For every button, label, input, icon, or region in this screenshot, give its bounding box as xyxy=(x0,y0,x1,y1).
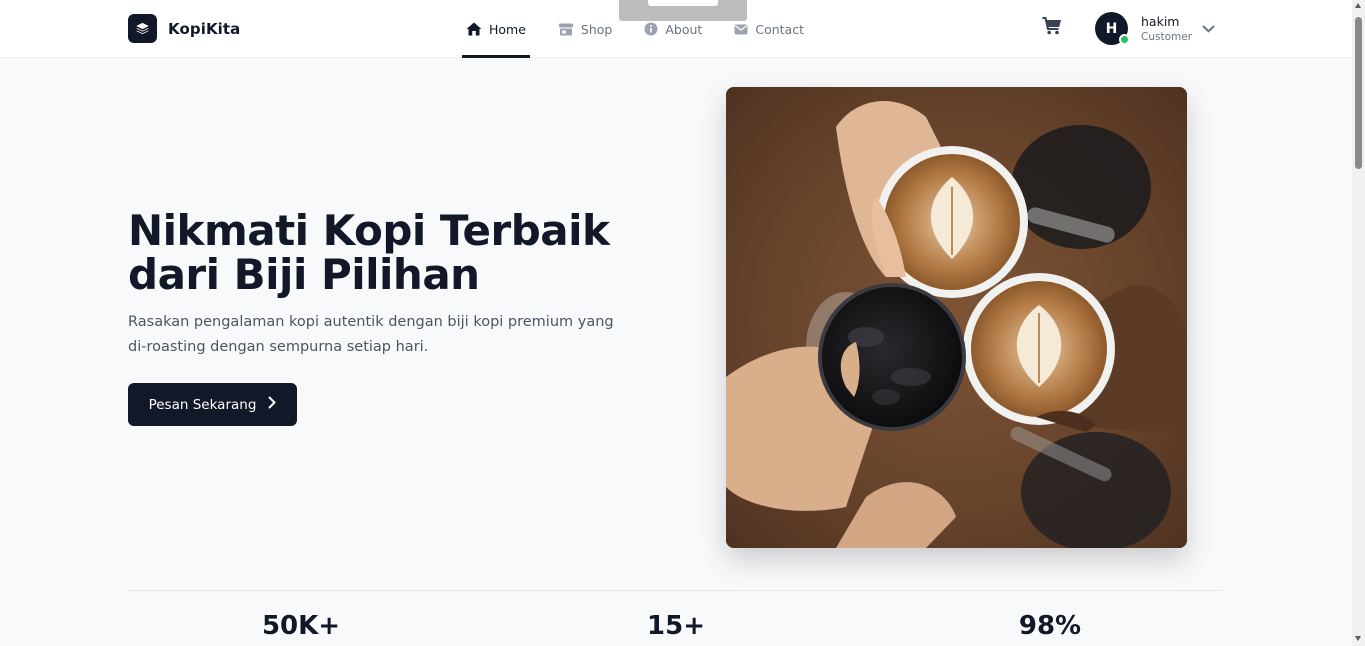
nav-contact-label: Contact xyxy=(755,21,804,37)
stat-value-1: 50K+ xyxy=(261,611,341,641)
page-scrollbar[interactable] xyxy=(1352,0,1365,646)
user-name: hakim xyxy=(1141,13,1180,29)
brand[interactable]: KopiKita xyxy=(128,14,240,43)
envelope-icon xyxy=(734,24,748,35)
stats-divider xyxy=(128,590,1222,591)
avatar-initial: H xyxy=(1105,20,1118,37)
online-status-dot xyxy=(1119,34,1130,45)
user-menu[interactable]: H hakim Customer xyxy=(1095,12,1215,45)
layers-icon xyxy=(128,14,157,43)
hero-title-line-1: Nikmati Kopi Terbaik xyxy=(128,206,610,255)
navbar: KopiKita Home Shop About Contact H hakim… xyxy=(0,0,1352,58)
stat-value-3: 98% xyxy=(1018,611,1082,641)
info-icon xyxy=(644,22,658,36)
toolbar-handle-grip xyxy=(648,0,718,6)
user-role: Customer xyxy=(1141,30,1193,43)
brand-name: KopiKita xyxy=(168,19,241,38)
nav-home-label: Home xyxy=(489,21,526,37)
hero-coffee-image xyxy=(726,87,1187,548)
chevron-down-icon xyxy=(1202,18,1215,37)
nav-shop[interactable]: Shop xyxy=(554,0,616,58)
chevron-right-icon xyxy=(268,396,277,413)
hero-title-line-2: dari Biji Pilihan xyxy=(128,250,480,299)
cart-button[interactable] xyxy=(1042,17,1062,39)
nav-home[interactable]: Home xyxy=(462,0,530,58)
user-info: hakim Customer xyxy=(1141,14,1192,44)
nav-shop-label: Shop xyxy=(580,21,613,37)
scrollbar-thumb[interactable] xyxy=(1355,17,1362,169)
cart-icon xyxy=(1042,17,1062,39)
avatar: H xyxy=(1095,12,1130,45)
hero-subtitle: Rasakan pengalaman kopi autentik dengan … xyxy=(128,314,614,355)
toolbar-handle[interactable] xyxy=(619,0,747,21)
order-now-button[interactable]: Pesan Sekarang xyxy=(128,383,297,426)
order-now-label: Pesan Sekarang xyxy=(148,396,257,413)
home-icon xyxy=(466,22,482,36)
stat-value-2: 15+ xyxy=(647,611,705,641)
hero-title: Nikmati Kopi Terbaik dari Biji Pilihan xyxy=(128,209,648,297)
scroll-up-arrow-icon[interactable] xyxy=(1355,3,1361,8)
store-icon xyxy=(558,23,574,36)
nav-about-label: About xyxy=(665,21,703,37)
scroll-down-arrow-icon[interactable] xyxy=(1355,636,1361,641)
